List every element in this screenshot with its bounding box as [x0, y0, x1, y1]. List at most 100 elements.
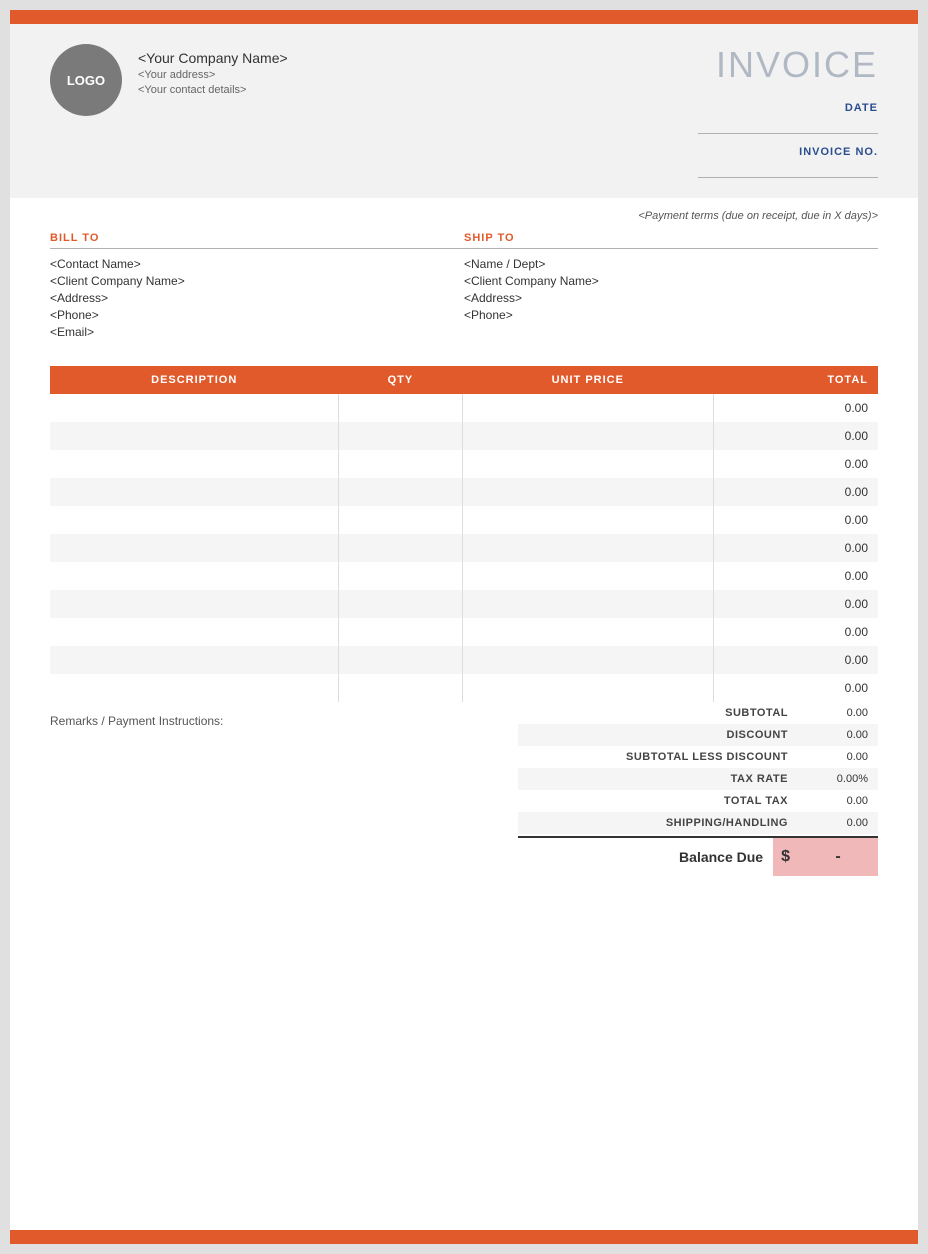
bill-to-section: BILL TO <Contact Name> <Client Company N…	[50, 232, 464, 342]
row-total: 0.00	[713, 674, 878, 702]
row-description	[50, 646, 338, 674]
invoice-page: LOGO <Your Company Name> <Your address> …	[10, 10, 918, 1244]
row-description	[50, 562, 338, 590]
row-unit-price	[462, 450, 713, 478]
totals-remarks-row: Remarks / Payment Instructions: SUBTOTAL…	[50, 702, 878, 876]
col-unit-price: UNIT PRICE	[462, 366, 713, 394]
header-section: LOGO <Your Company Name> <Your address> …	[10, 24, 918, 198]
subtotal-less-discount-value: 0.00	[798, 746, 878, 768]
date-block: DATE	[698, 102, 878, 134]
invoice-no-label: INVOICE NO.	[698, 146, 878, 158]
company-contact: <Your contact details>	[138, 84, 288, 96]
row-qty	[338, 646, 462, 674]
table-header-row: DESCRIPTION QTY UNIT PRICE TOTAL	[50, 366, 878, 394]
bottom-bar	[10, 1230, 918, 1244]
row-qty	[338, 590, 462, 618]
date-label: DATE	[698, 102, 878, 114]
invoice-no-block: INVOICE NO.	[698, 146, 878, 178]
table-row: 0.00	[50, 506, 878, 534]
row-unit-price	[462, 562, 713, 590]
row-total: 0.00	[713, 422, 878, 450]
ship-to-title: SHIP TO	[464, 232, 878, 249]
invoice-title-block: INVOICE DATE INVOICE NO.	[698, 44, 878, 178]
ship-to-address: <Address>	[464, 291, 878, 305]
totals-table: SUBTOTAL 0.00 DISCOUNT 0.00 SUBTOTAL LES…	[518, 702, 878, 834]
row-unit-price	[462, 422, 713, 450]
total-tax-row: TOTAL TAX 0.00	[518, 790, 878, 812]
balance-due-label: Balance Due	[669, 839, 773, 875]
company-logo: LOGO	[50, 44, 122, 116]
tax-rate-value: 0.00%	[798, 768, 878, 790]
discount-value: 0.00	[798, 724, 878, 746]
row-qty	[338, 534, 462, 562]
table-row: 0.00	[50, 534, 878, 562]
ship-to-section: SHIP TO <Name / Dept> <Client Company Na…	[464, 232, 878, 342]
items-table: DESCRIPTION QTY UNIT PRICE TOTAL 0.00 0.…	[50, 366, 878, 702]
balance-due-row: Balance Due $ -	[518, 836, 878, 876]
row-qty	[338, 506, 462, 534]
shipping-value: 0.00	[798, 812, 878, 834]
col-qty: QTY	[338, 366, 462, 394]
col-description: DESCRIPTION	[50, 366, 338, 394]
company-info: LOGO <Your Company Name> <Your address> …	[50, 44, 288, 116]
row-description	[50, 450, 338, 478]
table-row: 0.00	[50, 646, 878, 674]
table-row: 0.00	[50, 590, 878, 618]
row-qty	[338, 674, 462, 702]
company-address: <Your address>	[138, 69, 288, 81]
ship-to-company-name: <Client Company Name>	[464, 274, 878, 288]
table-row: 0.00	[50, 394, 878, 422]
remarks: Remarks / Payment Instructions:	[50, 702, 518, 876]
ship-to-phone: <Phone>	[464, 308, 878, 322]
row-unit-price	[462, 674, 713, 702]
discount-row: DISCOUNT 0.00	[518, 724, 878, 746]
row-description	[50, 618, 338, 646]
table-row: 0.00	[50, 450, 878, 478]
table-row: 0.00	[50, 422, 878, 450]
row-total: 0.00	[713, 394, 878, 422]
row-qty	[338, 562, 462, 590]
subtotal-row: SUBTOTAL 0.00	[518, 702, 878, 724]
row-unit-price	[462, 618, 713, 646]
table-row: 0.00	[50, 562, 878, 590]
bill-ship-row: BILL TO <Contact Name> <Client Company N…	[50, 232, 878, 342]
bill-to-company-name: <Client Company Name>	[50, 274, 464, 288]
bill-to-phone: <Phone>	[50, 308, 464, 322]
row-total: 0.00	[713, 506, 878, 534]
discount-label: DISCOUNT	[518, 724, 798, 746]
row-description	[50, 422, 338, 450]
row-total: 0.00	[713, 534, 878, 562]
row-qty	[338, 478, 462, 506]
row-description	[50, 590, 338, 618]
payment-terms: <Payment terms (due on receipt, due in X…	[50, 198, 878, 228]
subtotal-label: SUBTOTAL	[518, 702, 798, 724]
table-row: 0.00	[50, 674, 878, 702]
row-total: 0.00	[713, 562, 878, 590]
row-total: 0.00	[713, 450, 878, 478]
bill-to-title: BILL TO	[50, 232, 464, 249]
bill-to-address: <Address>	[50, 291, 464, 305]
row-unit-price	[462, 506, 713, 534]
total-tax-value: 0.00	[798, 790, 878, 812]
subtotal-value: 0.00	[798, 702, 878, 724]
total-tax-label: TOTAL TAX	[518, 790, 798, 812]
row-description	[50, 506, 338, 534]
balance-due-value: -	[798, 838, 878, 876]
content-area: <Payment terms (due on receipt, due in X…	[10, 198, 918, 1230]
invoice-title: INVOICE	[698, 44, 878, 86]
row-qty	[338, 422, 462, 450]
bill-to-email: <Email>	[50, 325, 464, 339]
row-qty	[338, 618, 462, 646]
row-description	[50, 394, 338, 422]
row-unit-price	[462, 534, 713, 562]
row-qty	[338, 394, 462, 422]
shipping-label: SHIPPING/HANDLING	[518, 812, 798, 834]
shipping-row: SHIPPING/HANDLING 0.00	[518, 812, 878, 834]
tax-rate-label: TAX RATE	[518, 768, 798, 790]
date-field-line	[698, 116, 878, 134]
row-unit-price	[462, 646, 713, 674]
subtotal-less-discount-label: SUBTOTAL LESS DISCOUNT	[518, 746, 798, 768]
row-total: 0.00	[713, 478, 878, 506]
bill-to-contact-name: <Contact Name>	[50, 257, 464, 271]
table-row: 0.00	[50, 478, 878, 506]
